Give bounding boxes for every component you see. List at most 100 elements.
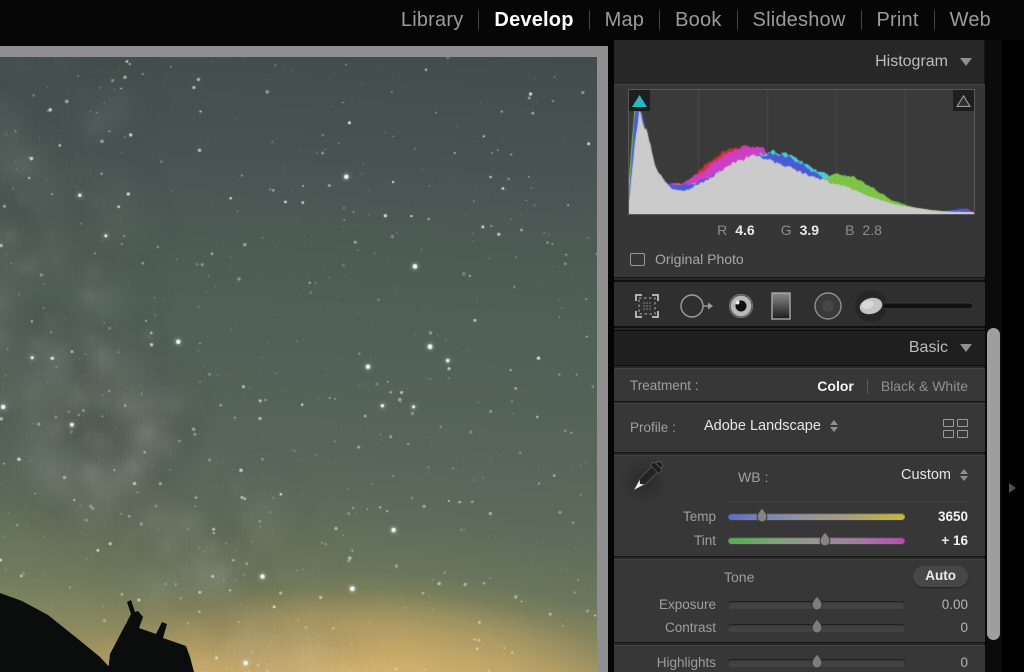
tint-slider-value[interactable]: + 16 — [898, 533, 968, 548]
crop-overlay-icon — [634, 293, 660, 319]
contrast-slider-value[interactable]: 0 — [898, 620, 968, 635]
treatment-toggle: Color Black & White — [817, 369, 968, 403]
treatment-separator — [867, 379, 868, 394]
crop-overlay-tool-button[interactable] — [632, 282, 662, 330]
updown-arrows-icon — [830, 420, 838, 432]
slider-thumb[interactable] — [810, 653, 824, 671]
radial-filter-icon — [812, 290, 844, 322]
rgb-readout: R 4.6 G 3.9 B 2.8 — [614, 219, 985, 241]
grid-cell — [943, 419, 954, 427]
readout-r-value: 4.6 — [735, 222, 754, 238]
profile-value: Adobe Landscape — [704, 418, 821, 434]
histogram-plot[interactable] — [628, 89, 975, 215]
grid-cell — [957, 419, 968, 427]
temp-slider-label: Temp — [614, 509, 716, 524]
slider-thumb[interactable] — [755, 507, 769, 525]
treatment-bw-button[interactable]: Black & White — [881, 378, 968, 394]
exposure-slider-track[interactable] — [728, 601, 905, 608]
spot-removal-tool-button[interactable] — [678, 282, 714, 330]
divider — [728, 501, 968, 502]
wb-preset-select[interactable]: Custom — [901, 467, 968, 483]
original-photo-checkbox[interactable] — [630, 253, 645, 266]
profile-browser-grid-button[interactable] — [943, 419, 968, 438]
readout-g-label: G — [781, 222, 792, 238]
tone-section: Tone Auto Exposure 0.00 Contrast 0 — [614, 559, 985, 643]
temp-slider-track[interactable] — [728, 513, 905, 520]
develop-right-panel: Histogram R 4.6 — [614, 40, 985, 672]
updown-arrows-icon — [960, 469, 968, 481]
histogram-title: Histogram — [875, 53, 948, 71]
red-eye-tool-button[interactable] — [726, 282, 756, 330]
highlight-clipping-indicator[interactable] — [953, 90, 974, 111]
histogram-section: R 4.6 G 3.9 B 2.8 Original Photo — [614, 84, 985, 278]
basic-disclosure-triangle-icon[interactable] — [960, 344, 972, 352]
readout-b-value: 2.8 — [862, 222, 881, 238]
slider-thumb[interactable] — [810, 595, 824, 613]
histogram-canvas — [629, 90, 974, 214]
highlight-clip-triangle-icon — [956, 95, 971, 107]
nav-item-book[interactable]: Book — [660, 9, 736, 32]
exposure-slider-value[interactable]: 0.00 — [898, 597, 968, 612]
radial-filter-tool-button[interactable] — [812, 282, 844, 330]
module-picker: Library Develop Map Book Slideshow Print… — [386, 0, 1006, 40]
shadow-clip-triangle-icon — [632, 95, 647, 107]
histogram-disclosure-triangle-icon[interactable] — [960, 58, 972, 66]
profile-select[interactable]: Adobe Landscape — [704, 418, 838, 434]
basic-panel-header[interactable]: Basic — [614, 330, 985, 366]
nav-item-print[interactable]: Print — [862, 9, 934, 32]
highlights-slider-track[interactable] — [728, 659, 905, 666]
auto-tone-button[interactable]: Auto — [913, 566, 968, 587]
readout-r-label: R — [717, 222, 727, 238]
preview-image[interactable] — [0, 57, 597, 672]
temp-slider-row: Temp 3650 — [614, 505, 985, 529]
panel-show-hide-arrow[interactable] — [1009, 483, 1016, 493]
shadow-clipping-indicator[interactable] — [629, 90, 650, 111]
grid-cell — [957, 430, 968, 438]
foreground-silhouette — [0, 57, 597, 672]
slider-thumb[interactable] — [818, 531, 832, 549]
lightroom-develop-window: Library Develop Map Book Slideshow Print… — [0, 0, 1024, 672]
nav-item-library[interactable]: Library — [386, 9, 479, 32]
histogram-panel-header[interactable]: Histogram — [614, 40, 985, 84]
graduated-filter-tool-button[interactable] — [767, 282, 795, 330]
highlights-slider-row: Highlights 0 — [614, 651, 985, 672]
tint-slider-row: Tint + 16 — [614, 529, 985, 553]
tint-slider-track[interactable] — [728, 537, 905, 544]
wb-label: WB : — [738, 469, 768, 485]
graduated-filter-icon — [769, 290, 793, 322]
panel-scrollbar[interactable] — [985, 40, 1002, 672]
tone-label: Tone — [724, 569, 754, 585]
adjustment-brush-icon — [854, 286, 979, 326]
contrast-slider-label: Contrast — [614, 620, 716, 635]
nav-item-slideshow[interactable]: Slideshow — [738, 9, 861, 32]
original-photo-label[interactable]: Original Photo — [655, 251, 744, 267]
slider-thumb[interactable] — [810, 618, 824, 636]
module-picker-bar: Library Develop Map Book Slideshow Print… — [0, 0, 1024, 40]
right-edge-strip — [1002, 40, 1024, 672]
profile-label: Profile : — [630, 420, 676, 435]
nav-item-map[interactable]: Map — [590, 9, 660, 32]
tool-strip — [614, 280, 985, 328]
wb-eyedropper-button[interactable] — [619, 456, 669, 506]
nav-item-develop[interactable]: Develop — [479, 9, 588, 32]
nav-item-web[interactable]: Web — [935, 9, 1006, 32]
temp-slider-value[interactable]: 3650 — [898, 509, 968, 524]
treatment-label: Treatment : — [630, 378, 699, 393]
original-photo-row: Original Photo — [630, 247, 744, 271]
exposure-slider-row: Exposure 0.00 — [614, 593, 985, 617]
readout-b-label: B — [845, 222, 854, 238]
red-eye-icon — [727, 292, 755, 320]
presence-tone-section: Highlights 0 — [614, 645, 985, 672]
treatment-color-button[interactable]: Color — [817, 378, 854, 394]
highlights-slider-value[interactable]: 0 — [898, 655, 968, 670]
contrast-slider-row: Contrast 0 — [614, 616, 985, 640]
grid-cell — [943, 430, 954, 438]
highlights-slider-label: Highlights — [614, 655, 716, 670]
tint-slider-label: Tint — [614, 533, 716, 548]
readout-g-value: 3.9 — [800, 222, 819, 238]
eyedropper-icon — [619, 456, 669, 506]
contrast-slider-track[interactable] — [728, 624, 905, 631]
scrollbar-thumb[interactable] — [987, 328, 1000, 640]
adjustment-brush-tool-button[interactable] — [854, 282, 979, 330]
wb-preset-value: Custom — [901, 467, 951, 483]
